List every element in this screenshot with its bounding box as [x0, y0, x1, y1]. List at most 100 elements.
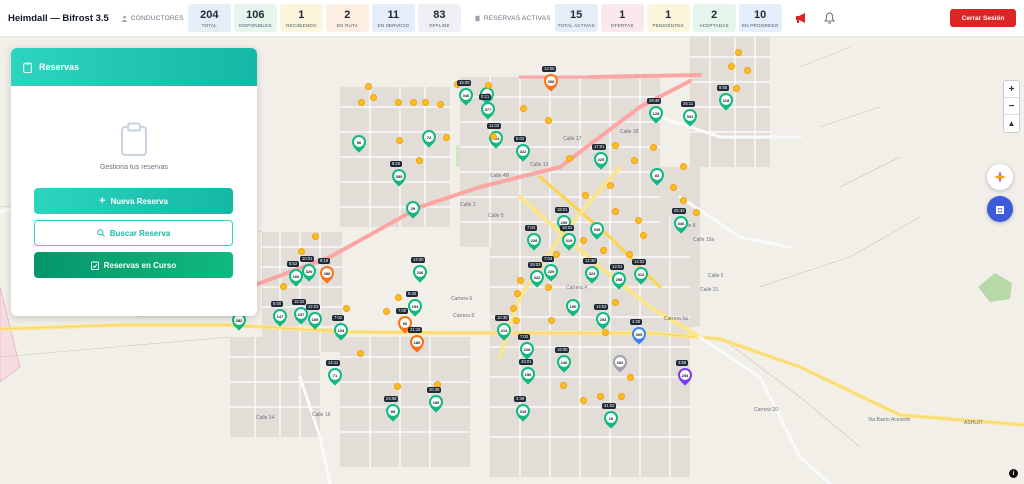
- driver-marker[interactable]: 253: [596, 312, 610, 330]
- reservation-dot[interactable]: [312, 233, 319, 240]
- reservation-dot[interactable]: [618, 393, 625, 400]
- megaphone-icon[interactable]: [795, 11, 809, 25]
- reservation-dot[interactable]: [513, 317, 520, 324]
- reservation-dot[interactable]: [612, 142, 619, 149]
- reservation-dot[interactable]: [395, 99, 402, 106]
- driver-marker[interactable]: 150: [566, 299, 580, 317]
- reservation-dot[interactable]: [627, 374, 634, 381]
- reservation-dot[interactable]: [370, 94, 377, 101]
- reservation-dot[interactable]: [582, 192, 589, 199]
- driver-stat-disponibles[interactable]: 106 DISPONIBLES: [233, 4, 277, 32]
- logout-button[interactable]: Cerrar Sesión: [950, 9, 1016, 27]
- driver-marker[interactable]: 305: [632, 327, 646, 345]
- driver-marker[interactable]: 288: [320, 266, 334, 284]
- driver-marker[interactable]: 225: [594, 152, 608, 170]
- reservation-dot[interactable]: [693, 209, 700, 216]
- reservation-dot[interactable]: [597, 393, 604, 400]
- reservation-dot[interactable]: [733, 85, 740, 92]
- reservation-dot[interactable]: [410, 99, 417, 106]
- reservation-dot[interactable]: [728, 63, 735, 70]
- reservation-dot[interactable]: [580, 397, 587, 404]
- driver-stat-recibiendo[interactable]: 1 RECIBIENDO: [279, 4, 323, 32]
- driver-marker[interactable]: 118: [719, 93, 733, 111]
- reservation-dot[interactable]: [612, 208, 619, 215]
- driver-marker[interactable]: 156: [521, 367, 535, 385]
- reservation-stat-en-progreso[interactable]: 10 EN PROGRESO: [738, 4, 782, 32]
- reservation-stat-aceptadas[interactable]: 2 ACEPTADAS: [692, 4, 736, 32]
- reservation-dot[interactable]: [680, 197, 687, 204]
- reservation-dot[interactable]: [443, 134, 450, 141]
- reservation-dot[interactable]: [298, 248, 305, 255]
- reservation-dot[interactable]: [650, 144, 657, 151]
- reservations-in-progress-button[interactable]: Reservas en Curso: [34, 252, 233, 278]
- bell-icon[interactable]: [823, 11, 837, 25]
- zoom-out-button[interactable]: −: [1004, 98, 1019, 115]
- driver-marker[interactable]: 331: [683, 109, 697, 127]
- driver-stat-en-servicio[interactable]: 11 EN SERVICIO: [371, 4, 415, 32]
- driver-stat-offline[interactable]: 83 OFFLINE: [417, 4, 461, 32]
- driver-marker[interactable]: 166: [289, 269, 303, 287]
- driver-marker[interactable]: 16: [604, 411, 618, 429]
- driver-marker[interactable]: 229: [544, 264, 558, 282]
- driver-marker[interactable]: 213: [497, 323, 511, 341]
- reservation-dot[interactable]: [566, 155, 573, 162]
- driver-marker[interactable]: 322: [516, 144, 530, 162]
- driver-marker[interactable]: 346: [674, 216, 688, 234]
- reservation-stat-ofertas[interactable]: 1 OFERTAS: [600, 4, 644, 32]
- reservation-dot[interactable]: [735, 49, 742, 56]
- compass-button[interactable]: [987, 164, 1013, 190]
- driver-marker[interactable]: 320: [302, 264, 316, 282]
- reservation-dot[interactable]: [600, 247, 607, 254]
- reservation-dot[interactable]: [545, 284, 552, 291]
- reservation-dot[interactable]: [396, 137, 403, 144]
- reservation-dot[interactable]: [343, 305, 350, 312]
- reservation-dot[interactable]: [416, 157, 423, 164]
- driver-marker[interactable]: 96: [352, 135, 366, 153]
- reservation-dot[interactable]: [422, 99, 429, 106]
- reservation-dot[interactable]: [394, 383, 401, 390]
- reservation-dot[interactable]: [626, 251, 633, 258]
- reservation-stat-total-activas[interactable]: 15 TOTAL ACTIVAS: [554, 4, 598, 32]
- driver-marker[interactable]: 71: [328, 368, 342, 386]
- driver-marker[interactable]: 237: [294, 307, 308, 325]
- driver-marker[interactable]: 322: [530, 270, 544, 288]
- driver-stat-en-ruta[interactable]: 2 EN RUTA: [325, 4, 369, 32]
- reservation-dot[interactable]: [365, 83, 372, 90]
- driver-marker[interactable]: 312: [634, 267, 648, 285]
- reservation-dot[interactable]: [635, 217, 642, 224]
- driver-marker[interactable]: 258: [612, 272, 626, 290]
- driver-marker[interactable]: 323: [585, 266, 599, 284]
- reservation-dot[interactable]: [680, 163, 687, 170]
- driver-marker[interactable]: 128: [649, 106, 663, 124]
- driver-marker[interactable]: 83: [650, 168, 664, 186]
- driver-marker[interactable]: 228: [527, 233, 541, 251]
- north-button[interactable]: ▲: [1004, 115, 1019, 132]
- driver-marker[interactable]: 254: [678, 368, 692, 386]
- attribution-info-button[interactable]: i: [1009, 469, 1018, 478]
- reservation-dot[interactable]: [545, 117, 552, 124]
- driver-marker[interactable]: 355: [392, 169, 406, 187]
- driver-marker[interactable]: 340: [459, 88, 473, 106]
- driver-marker[interactable]: 318: [516, 404, 530, 422]
- reservation-dot[interactable]: [553, 251, 560, 258]
- layers-button[interactable]: [987, 196, 1013, 222]
- driver-marker[interactable]: 308: [544, 74, 558, 92]
- reservation-dot[interactable]: [280, 283, 287, 290]
- driver-marker[interactable]: 319: [562, 233, 576, 251]
- reservation-dot[interactable]: [358, 99, 365, 106]
- reservation-dot[interactable]: [357, 350, 364, 357]
- reservation-dot[interactable]: [560, 382, 567, 389]
- driver-marker[interactable]: 89: [386, 404, 400, 422]
- driver-marker[interactable]: 104: [334, 323, 348, 341]
- reservation-dot[interactable]: [612, 299, 619, 306]
- reservation-dot[interactable]: [514, 290, 521, 297]
- new-reservation-button[interactable]: + Nueva Reserva: [34, 188, 233, 214]
- driver-marker[interactable]: 147: [273, 309, 287, 327]
- reservation-dot[interactable]: [437, 101, 444, 108]
- driver-marker[interactable]: 335: [590, 222, 604, 240]
- driver-stat-total[interactable]: 204 TOTAL: [187, 4, 231, 32]
- driver-marker[interactable]: 228: [520, 342, 534, 360]
- reservation-dot[interactable]: [744, 67, 751, 74]
- reservation-dot[interactable]: [607, 182, 614, 189]
- driver-marker[interactable]: 180: [429, 395, 443, 413]
